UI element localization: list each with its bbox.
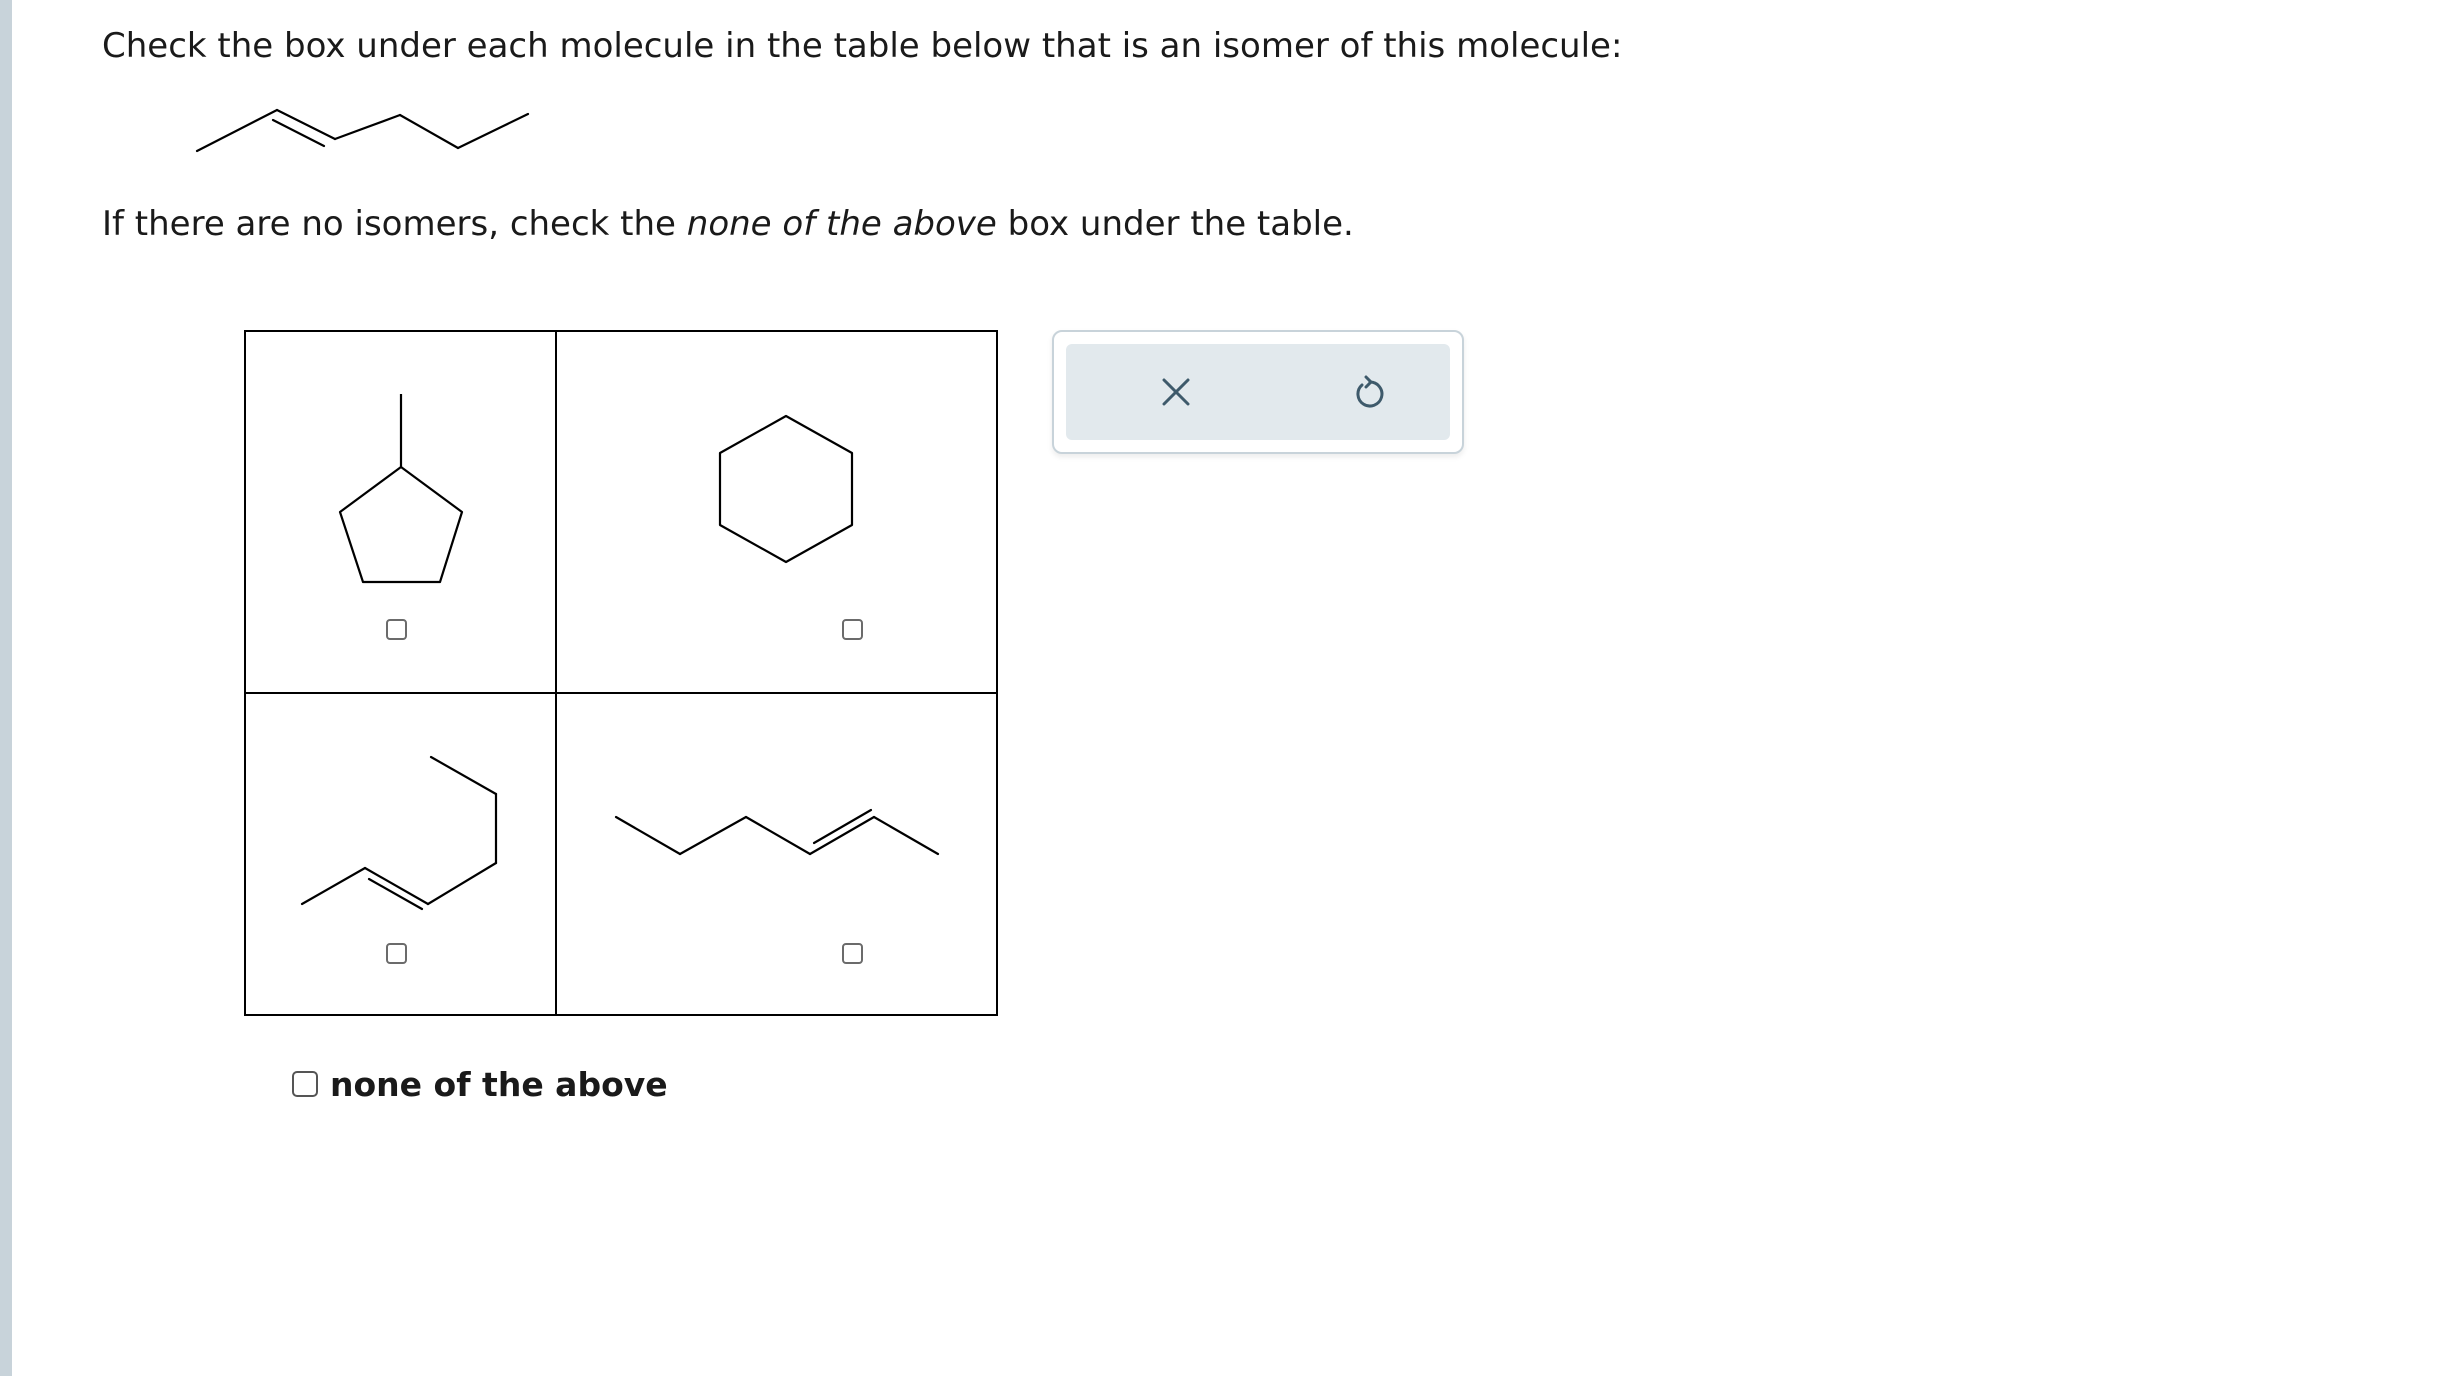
page: Check the box under each molecule in the…: [0, 0, 2442, 1376]
close-x-icon: [1162, 378, 1190, 406]
isomer-checkbox-3[interactable]: [386, 943, 407, 964]
clear-answer-button[interactable]: [1146, 362, 1206, 422]
answer-tools-panel: [1052, 330, 1464, 454]
undo-icon: [1356, 375, 1384, 408]
table-cell-4: [556, 693, 998, 1016]
instruction-text-part1: If there are no isomers, check the: [102, 204, 687, 244]
isomer-answer-table: [244, 330, 998, 1016]
undo-button[interactable]: [1340, 362, 1400, 422]
instruction-emphasis: none of the above: [686, 204, 997, 244]
cyclohexane-icon: [718, 414, 854, 564]
table-cell-2: [556, 330, 998, 693]
left-sidebar-strip: [0, 0, 12, 1376]
target-molecule-structure: [195, 108, 530, 153]
table-cell-1: [244, 330, 556, 693]
instruction-text-part2: box under the table.: [996, 204, 1354, 244]
hexene-zigzag-icon: [614, 808, 940, 856]
none-of-the-above-label: none of the above: [330, 1064, 668, 1104]
isomer-checkbox-4[interactable]: [842, 943, 863, 964]
question-prompt: Check the box under each molecule in the…: [102, 26, 1623, 66]
table-cell-3: [244, 693, 556, 1016]
hexene-bent-icon: [300, 755, 498, 911]
isomer-checkbox-1[interactable]: [386, 619, 407, 640]
none-of-the-above-option[interactable]: none of the above: [292, 1064, 668, 1104]
none-of-the-above-checkbox[interactable]: [292, 1071, 318, 1097]
isomer-checkbox-2[interactable]: [842, 619, 863, 640]
instruction-text: If there are no isomers, check the none …: [102, 201, 1354, 247]
answer-tools-bar: [1066, 344, 1450, 440]
